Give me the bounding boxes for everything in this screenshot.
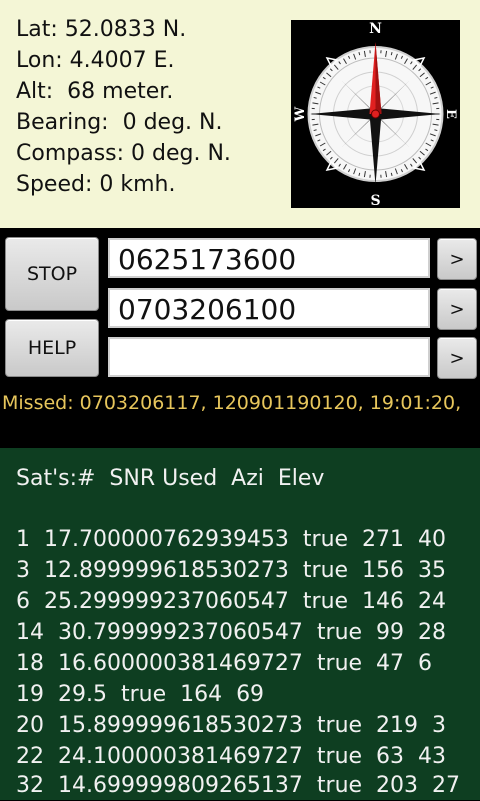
satellite-row: 22 24.100000381469727 true 63 43 [16,742,446,772]
controls-panel: STOP HELP 0625173600 0703206100 > > > [0,228,480,388]
speed-text: Speed: 0 kmh. [16,171,175,199]
latitude-text: Lat: 52.0833 N. [16,16,186,44]
compass-text: Compass: 0 deg. N. [16,140,231,168]
satellite-row: 32 14.699999809265137 true 203 27 [16,771,460,801]
dial-button-3[interactable]: > [437,337,477,379]
number-field-2[interactable]: 0703206100 [108,288,430,328]
stop-button[interactable]: STOP [5,237,99,311]
compass-s-label: S [370,193,380,208]
missed-call-text: Missed: 0703206117, 120901190120, 19:01:… [2,392,461,414]
number-field-3[interactable] [108,337,430,377]
compass-n-label: N [369,21,382,37]
location-panel: Lat: 52.0833 N. Lon: 4.4007 E. Alt: 68 m… [0,0,480,228]
satellite-row: 6 25.299999237060547 true 146 24 [16,587,446,617]
help-button[interactable]: HELP [5,319,99,377]
satellite-row: 3 12.899999618530273 true 156 35 [16,556,446,586]
compass-e-label: E [443,109,458,119]
satellite-row: 14 30.799999237060547 true 99 28 [16,618,446,648]
longitude-text: Lon: 4.4007 E. [16,47,175,75]
satellite-panel: Sat's:# SNR Used Azi Elev 1 17.700000762… [0,448,480,800]
compass-w-label: W [293,106,308,122]
dial-button-1[interactable]: > [437,238,477,280]
number-field-1[interactable]: 0625173600 [108,238,430,278]
satellite-row: 19 29.5 true 164 69 [16,680,264,710]
compass-rose: N S E W [291,20,460,208]
dial-button-2[interactable]: > [437,288,477,330]
satellite-row: 1 17.700000762939453 true 271 40 [16,525,446,555]
compass-icon: N S E W [291,20,460,208]
altitude-text: Alt: 68 meter. [16,78,173,106]
satellite-row: 20 15.899999618530273 true 219 3 [16,711,446,741]
satellite-header: Sat's:# SNR Used Azi Elev [16,464,324,494]
satellite-row: 18 16.600000381469727 true 47 6 [16,649,432,679]
missed-call-bar: Missed: 0703206117, 120901190120, 19:01:… [0,388,480,448]
bearing-text: Bearing: 0 deg. N. [16,109,222,137]
